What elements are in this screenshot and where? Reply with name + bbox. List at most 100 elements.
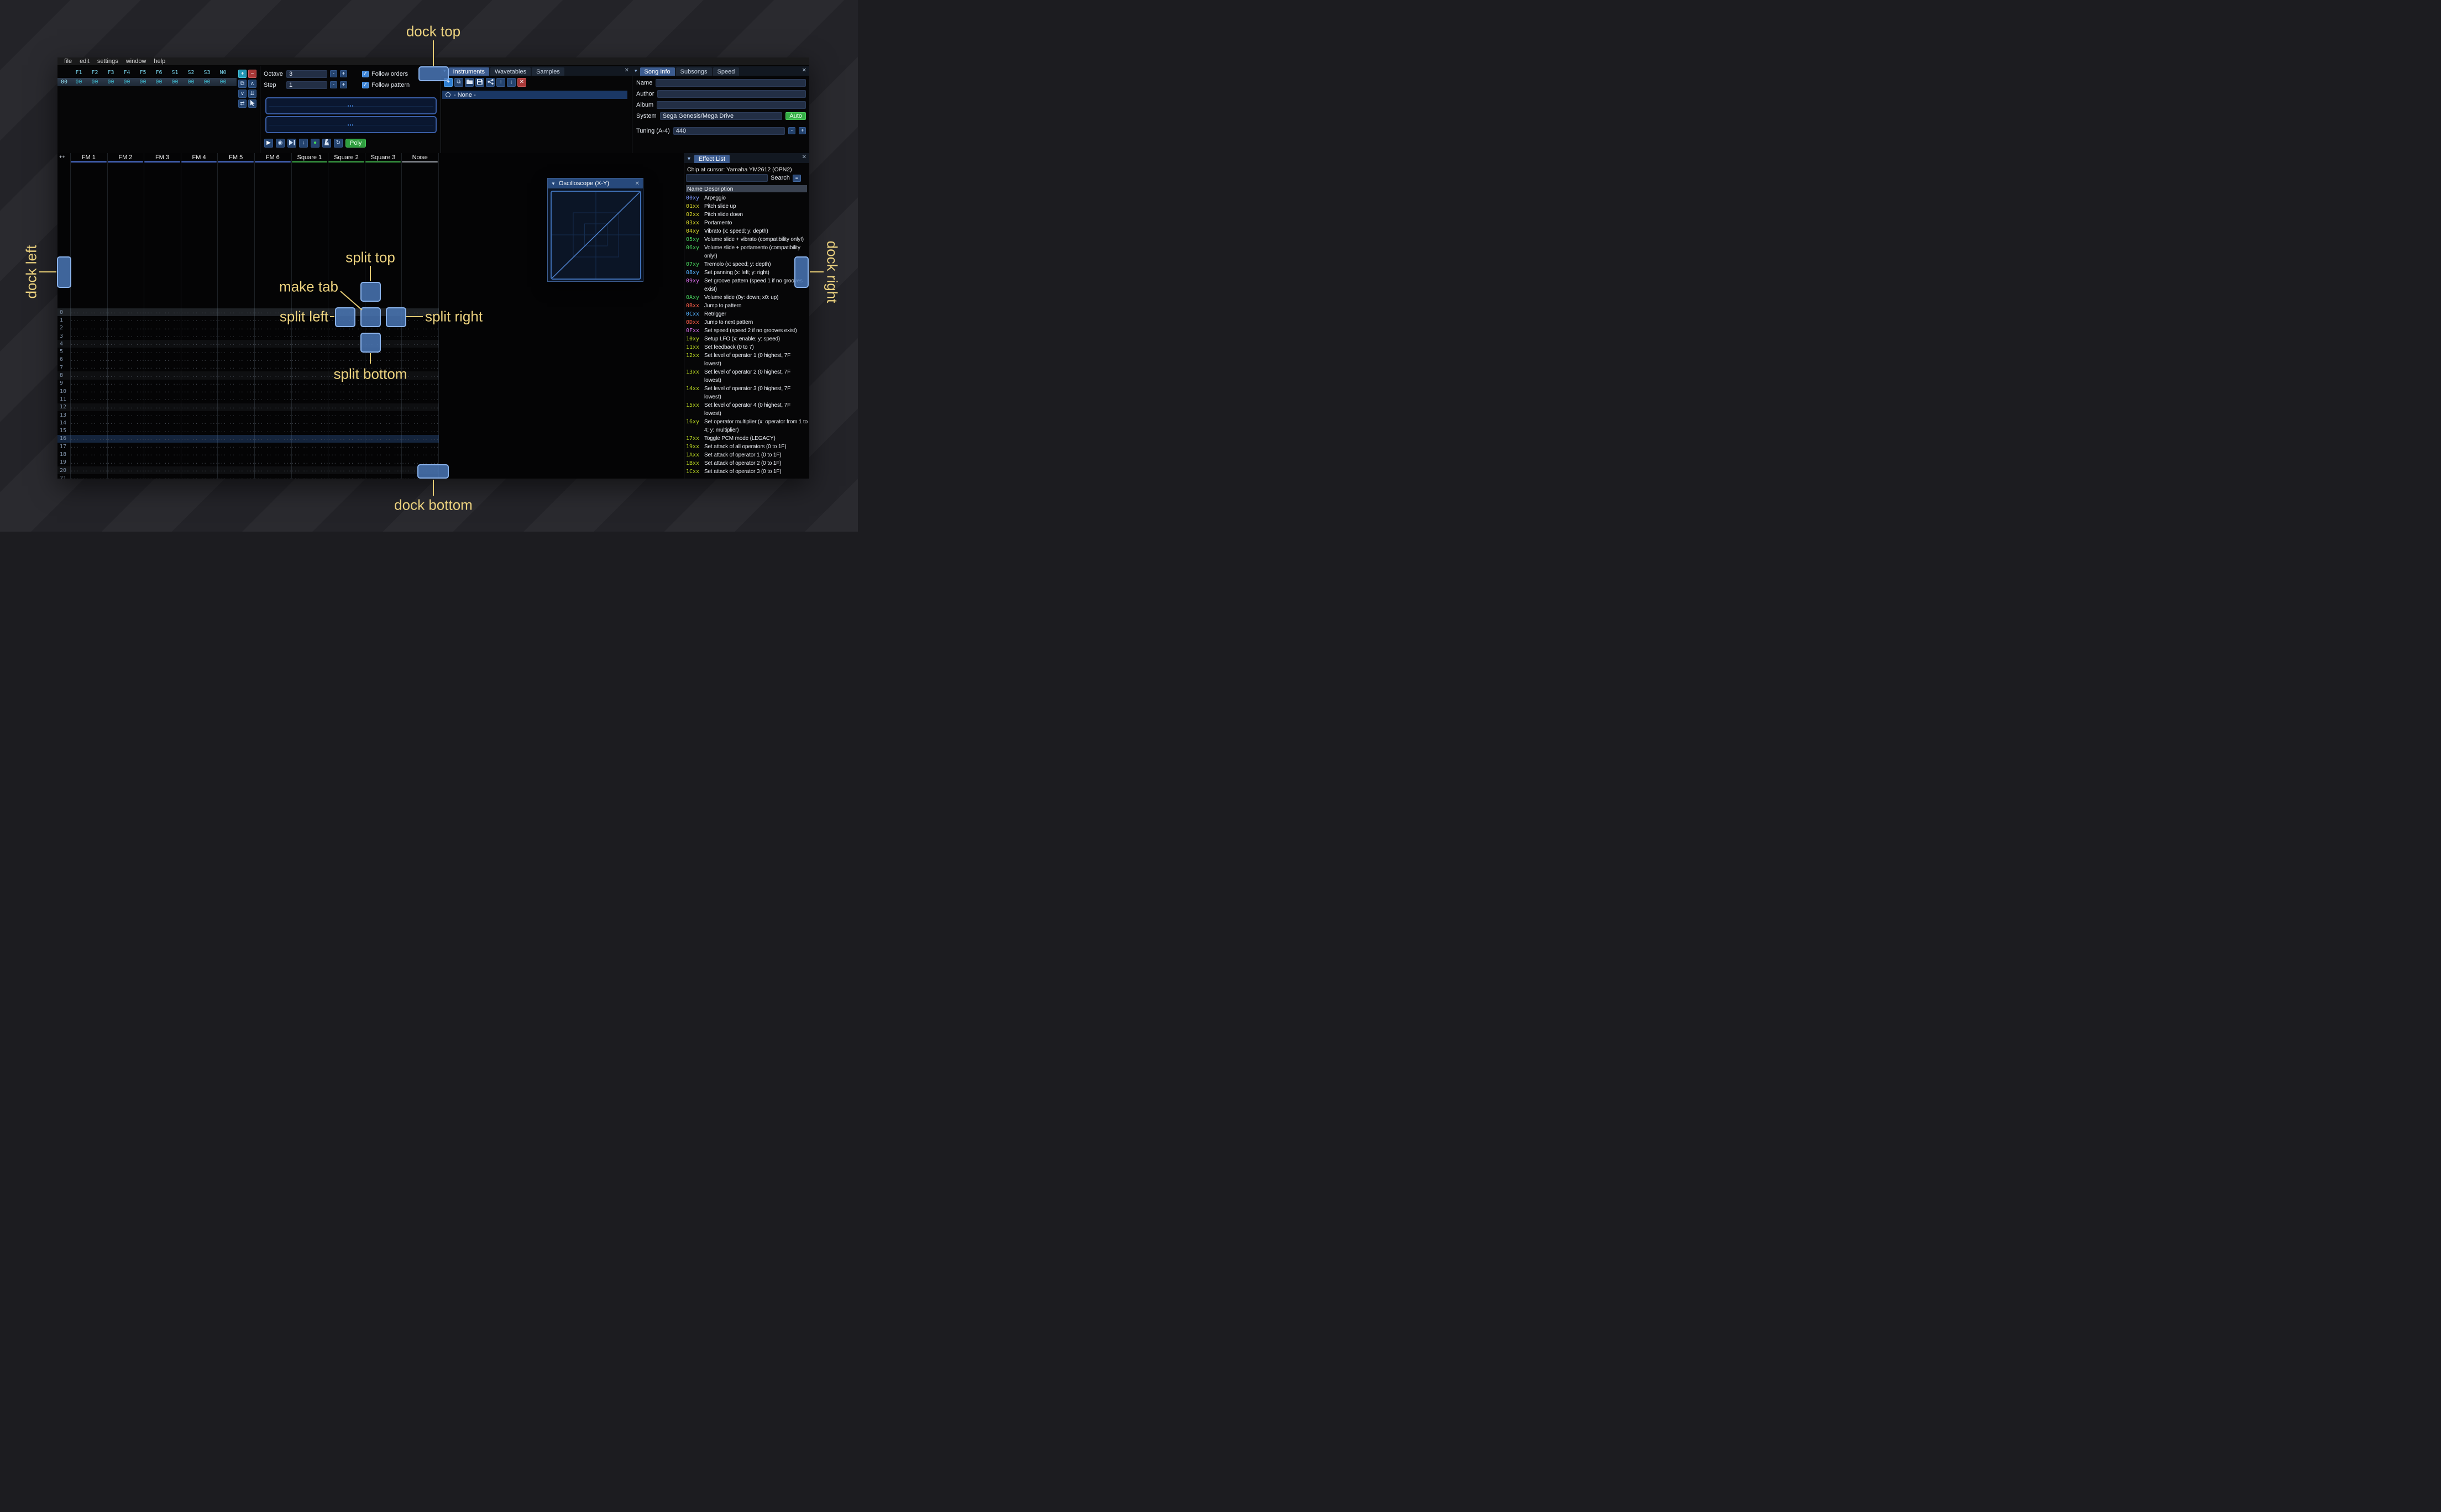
pattern-cell[interactable]: ... .. .. ... — [217, 373, 254, 379]
pattern-cell[interactable]: ... .. .. ... — [328, 428, 365, 434]
pattern-cell[interactable]: ... .. .. ... — [254, 349, 291, 355]
tab-list-icon[interactable]: ▾ — [633, 68, 639, 76]
pattern-cell[interactable]: ... .. .. ... — [144, 436, 181, 442]
move-order-up-button[interactable]: ∧ — [248, 80, 256, 88]
pattern-cell[interactable]: ... .. .. ... — [217, 412, 254, 418]
pattern-cell[interactable]: ... .. .. ... — [291, 428, 328, 434]
pattern-cell[interactable]: ... .. .. ... — [217, 468, 254, 473]
pattern-cell[interactable]: ... .. .. ... — [254, 444, 291, 449]
pattern-cell[interactable]: ... .. .. ... — [217, 333, 254, 339]
pattern-cell[interactable]: ... .. .. ... — [144, 333, 181, 339]
pattern-cell[interactable]: ... .. .. ... — [401, 436, 438, 442]
pattern-cell[interactable]: ... .. .. ... — [254, 381, 291, 386]
pattern-cell[interactable]: ... .. .. ... — [328, 452, 365, 457]
pattern-cell[interactable]: ... .. .. ... — [291, 420, 328, 426]
pattern-cell[interactable]: ... .. .. ... — [254, 405, 291, 410]
pattern-cell[interactable]: ... .. .. ... — [254, 357, 291, 363]
pattern-cell[interactable]: ... .. .. ... — [291, 341, 328, 347]
pattern-cell[interactable]: ... .. .. ... — [181, 475, 218, 479]
system-input[interactable] — [659, 112, 783, 120]
pattern-cell[interactable]: ... .. .. ... — [70, 317, 107, 323]
pattern-cell[interactable]: ... .. .. ... — [107, 428, 144, 434]
pattern-cell[interactable]: ... .. .. ... — [70, 452, 107, 457]
pattern-cell[interactable]: ... .. .. ... — [70, 341, 107, 347]
pattern-cell[interactable]: ... .. .. ... — [291, 436, 328, 442]
pattern-cell[interactable]: ... .. .. ... — [181, 428, 218, 434]
dock-target-right[interactable] — [794, 256, 809, 288]
pattern-cell[interactable]: ... .. .. ... — [144, 357, 181, 363]
make-tab-target[interactable] — [360, 307, 381, 327]
pattern-cell[interactable]: ... .. .. ... — [181, 396, 218, 402]
pattern-cell[interactable]: ... .. .. ... — [365, 452, 402, 457]
dock-target-top[interactable] — [418, 66, 449, 81]
pattern-cell[interactable]: ... .. .. ... — [107, 373, 144, 379]
pattern-cell[interactable]: ... .. .. ... — [291, 389, 328, 394]
pattern-cell[interactable]: ... .. .. ... — [401, 412, 438, 418]
order-cell[interactable]: 00 — [103, 79, 119, 85]
pattern-cell[interactable]: ... .. .. ... — [365, 412, 402, 418]
pattern-cell[interactable]: ... .. .. ... — [144, 428, 181, 434]
order-cell[interactable]: 00 — [71, 79, 87, 85]
pattern-cell[interactable]: ... .. .. ... — [401, 341, 438, 347]
pattern-cell[interactable]: ... .. .. ... — [254, 475, 291, 479]
order-change-mode-button[interactable]: ⇄ — [238, 99, 247, 108]
pattern-cell[interactable]: ... .. .. ... — [401, 349, 438, 355]
pattern-cell[interactable]: ... .. .. ... — [291, 405, 328, 410]
pattern-cell[interactable]: ... .. .. ... — [70, 420, 107, 426]
pattern-cell[interactable]: ... .. .. ... — [70, 373, 107, 379]
pattern-cell[interactable]: ... .. .. ... — [291, 396, 328, 402]
play-one-row-button[interactable] — [287, 139, 296, 148]
pattern-cell[interactable]: ... .. .. ... — [328, 396, 365, 402]
pattern-cell[interactable]: ... .. .. ... — [181, 452, 218, 457]
menu-item-file[interactable]: file — [60, 58, 76, 65]
pattern-cell[interactable]: ... .. .. ... — [328, 405, 365, 410]
auto-system-button[interactable]: Auto — [785, 112, 806, 120]
tab-speed[interactable]: Speed — [713, 67, 740, 76]
pattern-cell[interactable]: ... .. .. ... — [217, 326, 254, 331]
pattern-cell[interactable]: ... .. .. ... — [70, 326, 107, 331]
add-order-button[interactable]: + — [238, 70, 247, 78]
pattern-cell[interactable]: ... .. .. ... — [254, 436, 291, 442]
order-cell[interactable]: 00 — [167, 79, 183, 85]
pattern-cell[interactable]: ... .. .. ... — [328, 420, 365, 426]
pattern-cell[interactable]: ... .. .. ... — [217, 357, 254, 363]
pattern-cell[interactable]: ... .. .. ... — [144, 460, 181, 465]
pattern-cell[interactable]: ... .. .. ... — [70, 468, 107, 473]
pattern-cell[interactable]: ... .. .. ... — [107, 341, 144, 347]
pattern-cell[interactable]: ... .. .. ... — [291, 460, 328, 465]
pattern-cell[interactable]: ... .. .. ... — [217, 405, 254, 410]
pattern-cell[interactable]: ... .. .. ... — [144, 468, 181, 473]
pattern-cell[interactable]: ... .. .. ... — [217, 460, 254, 465]
pattern-cell[interactable]: ... .. .. ... — [328, 412, 365, 418]
pattern-cell[interactable]: ... .. .. ... — [144, 381, 181, 386]
expand-channels-button[interactable]: ++ — [57, 153, 70, 163]
pattern-cell[interactable]: ... .. .. ... — [107, 475, 144, 479]
step-decrease-button[interactable]: - — [330, 81, 337, 88]
channel-header-fm-1[interactable]: FM 1 — [70, 153, 107, 163]
pattern-cell[interactable]: ... .. .. ... — [254, 428, 291, 434]
pattern-cell[interactable]: ... .. .. ... — [107, 381, 144, 386]
pattern-cell[interactable]: ... .. .. ... — [217, 389, 254, 394]
pattern-cell[interactable]: ... .. .. ... — [181, 349, 218, 355]
pattern-cell[interactable]: ... .. .. ... — [181, 365, 218, 370]
order-edit-mode-button[interactable] — [248, 99, 256, 108]
pattern-cell[interactable]: ... .. .. ... — [254, 341, 291, 347]
pattern-cell[interactable]: ... .. .. ... — [254, 333, 291, 339]
pattern-cell[interactable]: ... .. .. ... — [328, 333, 365, 339]
pattern-cell[interactable]: ... .. .. ... — [70, 396, 107, 402]
song-name-input[interactable] — [656, 78, 806, 87]
pattern-cell[interactable]: ... .. .. ... — [217, 444, 254, 449]
pattern-cell[interactable]: ... .. .. ... — [254, 420, 291, 426]
tuning-decrease-button[interactable]: - — [788, 127, 795, 134]
pattern-cell[interactable]: ... .. .. ... — [401, 333, 438, 339]
pattern-cell[interactable]: ... .. .. ... — [107, 349, 144, 355]
pattern-cell[interactable]: ... .. .. ... — [107, 333, 144, 339]
close-icon[interactable]: ✕ — [802, 155, 806, 160]
pattern-cell[interactable]: ... .. .. ... — [217, 475, 254, 479]
order-cell[interactable]: 00 — [135, 79, 151, 85]
pattern-cell[interactable]: ... .. .. ... — [70, 460, 107, 465]
octave-decrease-button[interactable]: - — [330, 70, 337, 77]
order-cell[interactable]: 00 — [215, 79, 231, 85]
asset-routing-button[interactable] — [486, 78, 495, 87]
pattern-cell[interactable]: ... .. .. ... — [70, 333, 107, 339]
